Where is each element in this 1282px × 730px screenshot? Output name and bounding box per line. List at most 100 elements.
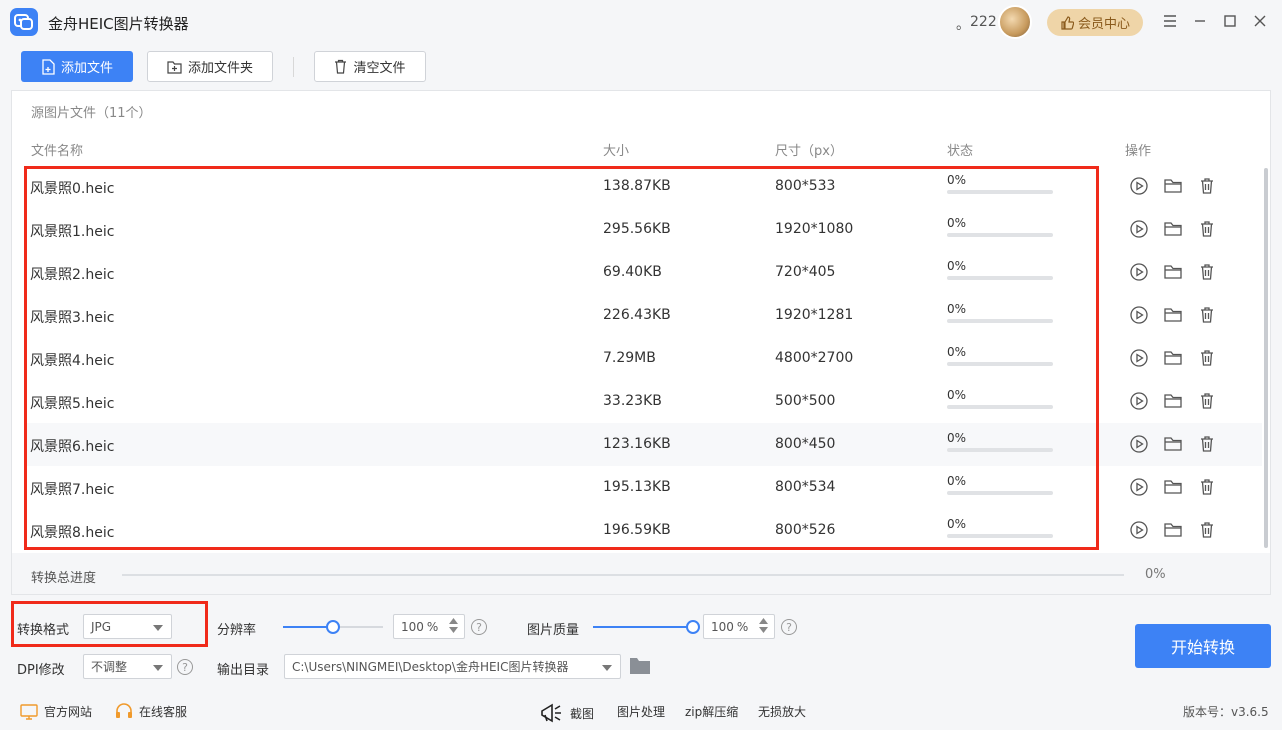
open-folder-icon[interactable] xyxy=(1163,391,1183,411)
resolution-stepper[interactable]: 100 % xyxy=(393,614,465,639)
image-process-link[interactable]: 图片处理 xyxy=(617,703,665,720)
delete-icon[interactable] xyxy=(1197,477,1217,497)
add-file-button[interactable]: 添加文件 xyxy=(21,51,133,82)
official-website-link[interactable]: 官方网站 xyxy=(20,703,92,720)
delete-icon[interactable] xyxy=(1197,520,1217,540)
table-row[interactable]: 风景照1.heic 295.56KB 1920*1080 0% xyxy=(26,208,1262,251)
resolution-value: 100 xyxy=(401,619,424,634)
start-convert-button[interactable]: 开始转换 xyxy=(1135,624,1271,668)
table-row[interactable]: 风景照0.heic 138.87KB 800*533 0% xyxy=(26,165,1262,208)
vip-center-button[interactable]: 会员中心 xyxy=(1047,9,1143,36)
file-dimension-cell: 800*526 xyxy=(775,522,836,538)
avatar[interactable] xyxy=(998,5,1032,39)
total-progress-value: 0% xyxy=(1145,567,1166,582)
quality-help-icon[interactable]: ? xyxy=(781,619,797,635)
open-folder-icon[interactable] xyxy=(1163,477,1183,497)
file-dimension-cell: 1920*1080 xyxy=(775,221,854,237)
file-name-cell: 风景照4.heic xyxy=(30,353,115,369)
chevron-down-icon xyxy=(602,665,612,671)
play-icon[interactable] xyxy=(1129,305,1149,325)
add-file-icon xyxy=(42,58,55,75)
delete-icon[interactable] xyxy=(1197,176,1217,196)
user-status-dot: 。 xyxy=(956,17,970,33)
resolution-slider-knob[interactable] xyxy=(326,620,340,634)
table-row[interactable]: 风景照3.heic 226.43KB 1920*1281 0% xyxy=(26,294,1262,337)
add-folder-button[interactable]: 添加文件夹 xyxy=(147,51,273,82)
open-folder-icon[interactable] xyxy=(1163,262,1183,282)
play-icon[interactable] xyxy=(1129,348,1149,368)
quality-stepper[interactable]: 100 % xyxy=(703,614,775,639)
dpi-help-icon[interactable]: ? xyxy=(177,659,193,675)
stepper-arrows-icon[interactable] xyxy=(759,618,768,633)
table-row[interactable]: 风景照2.heic 69.40KB 720*405 0% xyxy=(26,251,1262,294)
add-file-label: 添加文件 xyxy=(60,61,113,76)
menu-icon[interactable] xyxy=(1160,11,1180,31)
delete-icon[interactable] xyxy=(1197,219,1217,239)
close-icon[interactable] xyxy=(1250,11,1270,31)
output-dir-label: 输出目录 xyxy=(217,663,270,678)
delete-icon[interactable] xyxy=(1197,262,1217,282)
play-icon[interactable] xyxy=(1129,262,1149,282)
open-folder-icon[interactable] xyxy=(1163,434,1183,454)
output-dir-select[interactable]: C:\Users\NINGMEI\Desktop\金舟HEIC图片转换器 xyxy=(284,654,621,679)
column-header-dimension: 尺寸（px） xyxy=(775,144,843,159)
table-row[interactable]: 风景照4.heic 7.29MB 4800*2700 0% xyxy=(26,337,1262,380)
dpi-select[interactable]: 不调整 xyxy=(83,654,172,679)
maximize-icon[interactable] xyxy=(1220,11,1240,31)
file-status-text: 0% xyxy=(947,517,967,531)
open-folder-icon[interactable] xyxy=(1163,305,1183,325)
file-status-text: 0% xyxy=(947,431,967,445)
file-dimension-cell: 1920*1281 xyxy=(775,307,854,323)
play-icon[interactable] xyxy=(1129,477,1149,497)
resolution-unit: % xyxy=(426,619,439,634)
delete-icon[interactable] xyxy=(1197,305,1217,325)
screenshot-link[interactable]: 截图 xyxy=(540,703,594,723)
table-row[interactable]: 风景照8.heic 196.59KB 800*526 0% xyxy=(26,509,1262,552)
file-size-cell: 123.16KB xyxy=(603,436,671,452)
quality-slider[interactable] xyxy=(593,620,700,634)
open-folder-icon[interactable] xyxy=(1163,176,1183,196)
user-name[interactable]: 222 xyxy=(970,14,997,30)
minimize-icon[interactable] xyxy=(1190,11,1210,31)
play-icon[interactable] xyxy=(1129,434,1149,454)
file-size-cell: 295.56KB xyxy=(603,221,671,237)
resolution-help-icon[interactable]: ? xyxy=(471,619,487,635)
monitor-icon xyxy=(20,703,38,720)
file-name-cell: 风景照3.heic xyxy=(30,310,115,326)
table-row[interactable]: 风景照5.heic 33.23KB 500*500 0% xyxy=(26,380,1262,423)
total-progress-label: 转换总进度 xyxy=(31,571,97,586)
table-row[interactable]: 风景照7.heic 195.13KB 800*534 0% xyxy=(26,466,1262,509)
table-scrollbar[interactable] xyxy=(1264,168,1268,548)
online-support-link[interactable]: 在线客服 xyxy=(115,703,187,720)
column-header-name: 文件名称 xyxy=(31,144,84,159)
quality-unit: % xyxy=(736,619,749,634)
file-dimension-cell: 500*500 xyxy=(775,393,836,409)
clear-files-label: 清空文件 xyxy=(353,61,406,76)
format-select-value: JPG xyxy=(91,619,112,634)
file-dimension-cell: 800*533 xyxy=(775,178,836,194)
table-row[interactable]: 风景照6.heic 123.16KB 800*450 0% xyxy=(26,423,1262,466)
output-dir-path: C:\Users\NINGMEI\Desktop\金舟HEIC图片转换器 xyxy=(292,660,569,674)
clear-files-button[interactable]: 清空文件 xyxy=(314,51,426,82)
resolution-slider[interactable] xyxy=(283,620,383,634)
delete-icon[interactable] xyxy=(1197,434,1217,454)
play-icon[interactable] xyxy=(1129,176,1149,196)
column-header-status: 状态 xyxy=(947,144,974,159)
play-icon[interactable] xyxy=(1129,219,1149,239)
file-name-cell: 风景照8.heic xyxy=(30,525,115,541)
file-dimension-cell: 800*450 xyxy=(775,436,836,452)
total-progress-bar xyxy=(122,574,1124,576)
upscale-link[interactable]: 无损放大 xyxy=(758,703,806,720)
open-folder-icon[interactable] xyxy=(1163,219,1183,239)
open-folder-icon[interactable] xyxy=(1163,520,1183,540)
delete-icon[interactable] xyxy=(1197,348,1217,368)
stepper-arrows-icon[interactable] xyxy=(449,618,458,633)
zip-link[interactable]: zip解压缩 xyxy=(685,703,738,720)
delete-icon[interactable] xyxy=(1197,391,1217,411)
format-select[interactable]: JPG xyxy=(83,614,172,639)
play-icon[interactable] xyxy=(1129,520,1149,540)
folder-browse-icon[interactable] xyxy=(629,656,651,679)
open-folder-icon[interactable] xyxy=(1163,348,1183,368)
play-icon[interactable] xyxy=(1129,391,1149,411)
quality-slider-knob[interactable] xyxy=(686,620,700,634)
